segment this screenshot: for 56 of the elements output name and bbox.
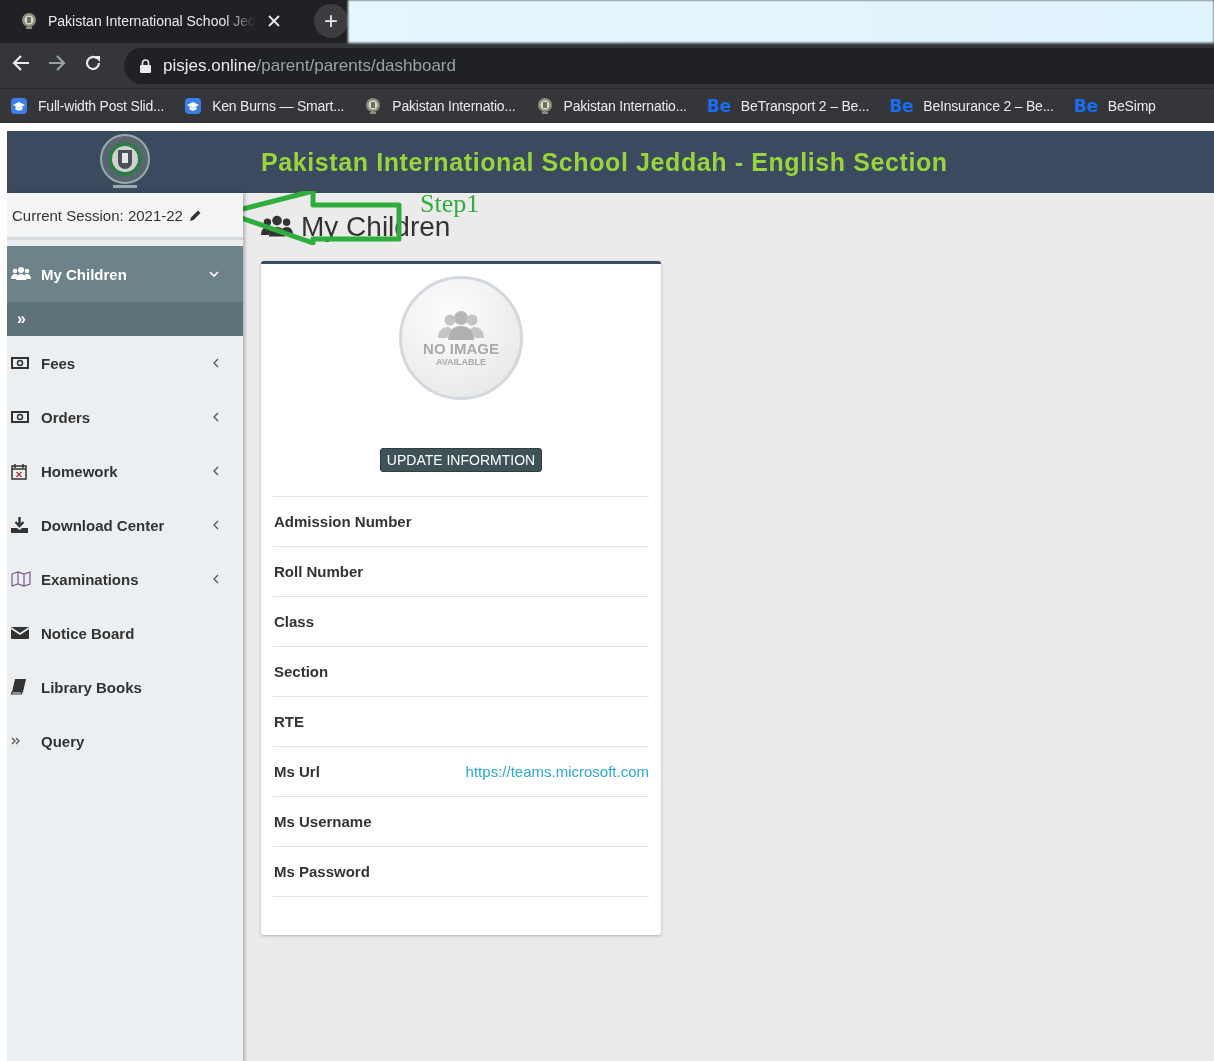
bookmark[interactable]: Pakistan Internatio... xyxy=(535,97,687,115)
money-icon xyxy=(11,357,29,369)
bookmark[interactable]: Pakistan Internatio... xyxy=(364,97,516,115)
update-button[interactable]: UPDATE INFORMTION xyxy=(379,448,543,472)
envelope-icon xyxy=(11,626,29,640)
bookmark[interactable]: Be BeInsurance 2 – Be... xyxy=(889,96,1054,116)
close-icon[interactable] xyxy=(266,15,282,27)
sidebar-item[interactable]: Fees xyxy=(7,336,243,390)
calendar-icon xyxy=(11,462,27,480)
logo-text: Be xyxy=(889,96,914,116)
users-icon xyxy=(438,309,484,340)
field-label: Class xyxy=(274,613,315,630)
field-label: Ms Password xyxy=(274,863,370,880)
sidebar-item[interactable]: Query xyxy=(7,714,243,768)
bookmark[interactable]: Be BeTransport 2 – Be... xyxy=(706,96,870,116)
field-label: Ms Url xyxy=(274,763,320,780)
submenu-item[interactable]: » xyxy=(7,302,243,336)
pencil-icon[interactable] xyxy=(188,208,202,222)
sidebar-item[interactable]: Orders xyxy=(7,390,243,444)
url-text: pisjes.online/parent/parents/dashboard xyxy=(163,55,456,76)
book-icon xyxy=(11,679,26,695)
download-icon xyxy=(11,517,28,533)
sidebar-item[interactable]: Notice Board xyxy=(7,606,243,660)
crest-icon xyxy=(535,97,554,115)
graduation-cap-icon xyxy=(184,97,203,115)
money-icon xyxy=(11,411,29,423)
address-bar[interactable]: pisjes.online/parent/parents/dashboard xyxy=(124,47,1214,84)
field-label: RTE xyxy=(274,713,304,730)
bookmark[interactable]: Be BeSimp xyxy=(1073,96,1156,116)
annotation-text: Step1 xyxy=(420,189,480,218)
bookmark[interactable]: Full-width Post Slid... xyxy=(10,97,165,115)
placeholder-text: NO IMAGE xyxy=(423,339,499,357)
sidebar-item[interactable]: Homework xyxy=(7,444,243,498)
users-icon xyxy=(11,266,31,282)
field-label: Admission Number xyxy=(274,513,412,530)
double-chevron-icon xyxy=(11,737,20,745)
bookmark[interactable]: Ken Burns — Smart... xyxy=(184,97,345,115)
logo-text: Be xyxy=(1073,96,1098,116)
site-title: Pakistan International School Jeddah - English Section xyxy=(261,147,948,177)
sidebar-item[interactable]: Download Center xyxy=(7,498,243,552)
field-label: Section xyxy=(274,663,329,680)
users-icon xyxy=(261,214,293,240)
graduation-cap-icon xyxy=(10,97,28,115)
placeholder-text: AVAILABLE xyxy=(435,356,487,367)
map-icon xyxy=(11,571,31,587)
logo-text: Be xyxy=(706,96,731,116)
field-label: Roll Number xyxy=(274,563,364,580)
sidebar-item[interactable]: Library Books xyxy=(7,660,243,714)
sidebar-item[interactable]: My Children xyxy=(7,246,243,302)
crest-icon xyxy=(364,97,383,115)
session-label: Current Session: 2021-22 xyxy=(12,206,183,224)
sidebar-item[interactable]: Examinations xyxy=(7,552,243,606)
lock-icon xyxy=(140,58,151,73)
field-label: Ms Username xyxy=(274,813,372,830)
new-tab-button[interactable]: + xyxy=(314,4,348,38)
crest-icon xyxy=(20,12,38,30)
